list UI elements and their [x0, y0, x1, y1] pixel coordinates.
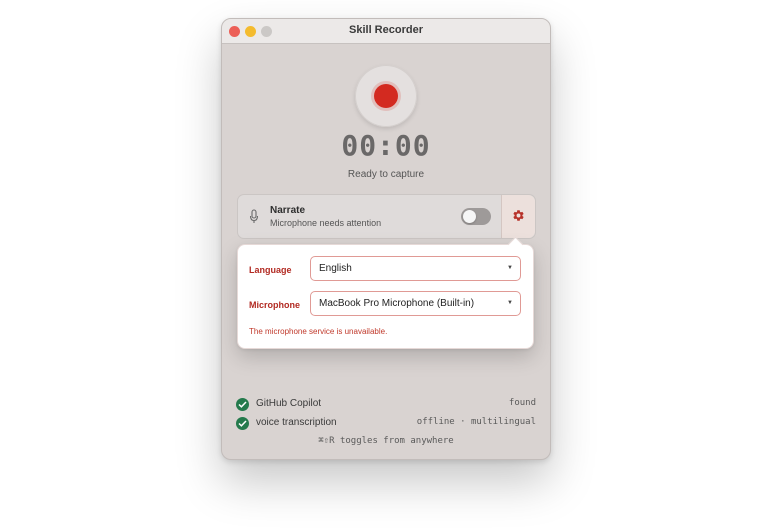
checkmark-icon [236, 398, 249, 411]
checkmark-icon [236, 417, 249, 430]
narrate-title: Narrate [270, 205, 306, 216]
narrate-subtitle: Microphone needs attention [270, 218, 382, 228]
timer-display: 00:00 [341, 129, 431, 162]
list-item-label: GitHub Copilot [256, 398, 322, 409]
narrate-toggle[interactable] [461, 208, 491, 225]
app-window: Skill Recorder 00:00 Ready to capture Na… [221, 18, 551, 460]
list-item-value: offline · multilingual [416, 417, 536, 427]
language-value: English [319, 263, 352, 274]
dependency-checklist: GitHub Copilot found voice transcription… [236, 396, 536, 434]
language-select[interactable]: English ▼ [310, 256, 521, 281]
list-item-label: voice transcription [256, 417, 337, 428]
list-item: voice transcription offline · multilingu… [236, 415, 536, 434]
microphone-label: Microphone [249, 300, 300, 310]
toggle-knob [463, 210, 476, 223]
narrate-settings-popover: Language English ▼ Microphone MacBook Pr… [237, 236, 534, 349]
narrate-settings-button[interactable] [501, 195, 535, 238]
status-text: Ready to capture [347, 169, 425, 180]
list-item: GitHub Copilot found [236, 396, 536, 415]
microphone-value: MacBook Pro Microphone (Built-in) [319, 298, 475, 309]
microphone-select[interactable]: MacBook Pro Microphone (Built-in) ▼ [310, 291, 521, 316]
microphone-icon [249, 209, 259, 225]
list-item-value: found [508, 398, 536, 408]
record-button[interactable] [355, 65, 417, 127]
shortcut-hint: ⌘⇧R toggles from anywhere [318, 436, 454, 446]
gear-icon [513, 210, 524, 221]
chevron-down-icon: ▼ [507, 300, 513, 306]
record-dot-icon [374, 84, 398, 108]
language-label: Language [249, 265, 292, 275]
window-title: Skill Recorder [349, 24, 423, 36]
chevron-down-icon: ▼ [507, 265, 513, 271]
microphone-error: The microphone service is unavailable. [249, 327, 388, 336]
title-bar: Skill Recorder [222, 19, 550, 44]
narrate-card: Narrate Microphone needs attention [237, 194, 536, 239]
